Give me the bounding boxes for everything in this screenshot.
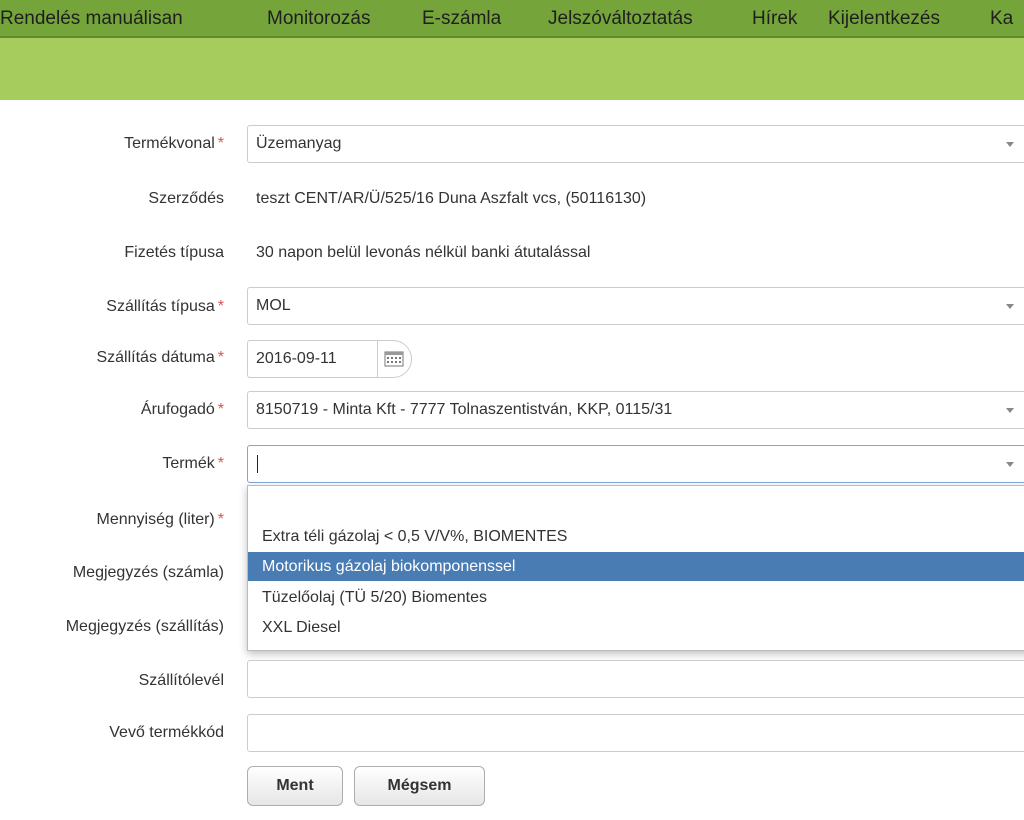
nav-item-news[interactable]: Hírek xyxy=(752,0,797,36)
buyer-product-code-label: Vevő termékkód xyxy=(109,724,224,741)
save-button[interactable]: Ment xyxy=(247,766,343,806)
header-subbar xyxy=(0,38,1024,100)
dropdown-option-highlighted[interactable]: Motorikus gázolaj biokomponenssel xyxy=(248,552,1024,581)
required-marker: * xyxy=(217,401,224,418)
consignee-select[interactable]: 8150719 - Minta Kft - 7777 Tolnaszentist… xyxy=(247,391,1024,429)
delivery-type-value: MOL xyxy=(256,297,291,314)
required-marker: * xyxy=(217,349,224,366)
nav-item-e-invoice[interactable]: E-számla xyxy=(422,0,501,36)
contract-label: Szerződés xyxy=(148,190,224,207)
nav-item-monitoring[interactable]: Monitorozás xyxy=(267,0,371,36)
delivery-type-label: Szállítás típusa * xyxy=(106,298,224,315)
product-line-label: Termékvonal * xyxy=(124,135,224,152)
nav-item-manual-order[interactable]: Rendelés manuálisan xyxy=(0,0,183,36)
chevron-down-icon xyxy=(1006,408,1014,413)
delivery-note-label: Szállítólevél xyxy=(138,672,224,689)
nav-item-cut-off[interactable]: Ka xyxy=(990,0,1013,36)
calendar-button[interactable] xyxy=(377,340,412,378)
dropdown-option[interactable]: Tüzelőolaj (TÜ 5/20) Biomentes xyxy=(248,583,1024,612)
required-marker: * xyxy=(217,298,224,315)
required-marker: * xyxy=(217,135,224,152)
dropdown-option[interactable]: XXL Diesel xyxy=(248,613,1024,642)
product-select[interactable] xyxy=(247,445,1024,483)
required-marker: * xyxy=(217,511,224,528)
dropdown-option[interactable]: Extra téli gázolaj < 0,5 V/V%, BIOMENTES xyxy=(248,522,1024,551)
product-line-select[interactable]: Üzemanyag xyxy=(247,125,1024,163)
text-cursor xyxy=(257,455,258,473)
note-invoice-label: Megjegyzés (számla) xyxy=(72,564,224,581)
consignee-label: Árufogadó * xyxy=(140,401,224,418)
product-line-value: Üzemanyag xyxy=(256,135,342,152)
delivery-date-input[interactable]: 2016-09-11 xyxy=(247,340,377,378)
chevron-down-icon xyxy=(1006,462,1014,467)
chevron-down-icon xyxy=(1006,304,1014,309)
calendar-icon xyxy=(384,351,404,367)
top-navigation: Rendelés manuálisan Monitorozás E-számla… xyxy=(0,0,1024,38)
payment-type-label: Fizetés típusa xyxy=(124,244,224,261)
nav-item-password-change[interactable]: Jelszóváltoztatás xyxy=(548,0,693,36)
contract-value: teszt CENT/AR/Ü/525/16 Duna Aszfalt vcs,… xyxy=(256,190,647,207)
delivery-note-input[interactable] xyxy=(247,660,1024,698)
buyer-product-code-input[interactable] xyxy=(247,714,1024,752)
nav-item-logout[interactable]: Kijelentkezés xyxy=(828,0,940,36)
delivery-type-select[interactable]: MOL xyxy=(247,287,1024,325)
product-label: Termék * xyxy=(162,455,224,472)
cancel-button[interactable]: Mégsem xyxy=(354,766,485,806)
product-dropdown-list: Extra téli gázolaj < 0,5 V/V%, BIOMENTES… xyxy=(247,485,1024,651)
note-delivery-label: Megjegyzés (szállítás) xyxy=(65,618,224,635)
consignee-value: 8150719 - Minta Kft - 7777 Tolnaszentist… xyxy=(256,401,673,418)
delivery-date-label: Szállítás dátuma * xyxy=(96,349,224,366)
quantity-label: Mennyiség (liter) * xyxy=(96,511,225,528)
chevron-down-icon xyxy=(1006,142,1014,147)
payment-type-value: 30 napon belül levonás nélkül banki átut… xyxy=(256,244,591,261)
required-marker: * xyxy=(217,455,224,472)
